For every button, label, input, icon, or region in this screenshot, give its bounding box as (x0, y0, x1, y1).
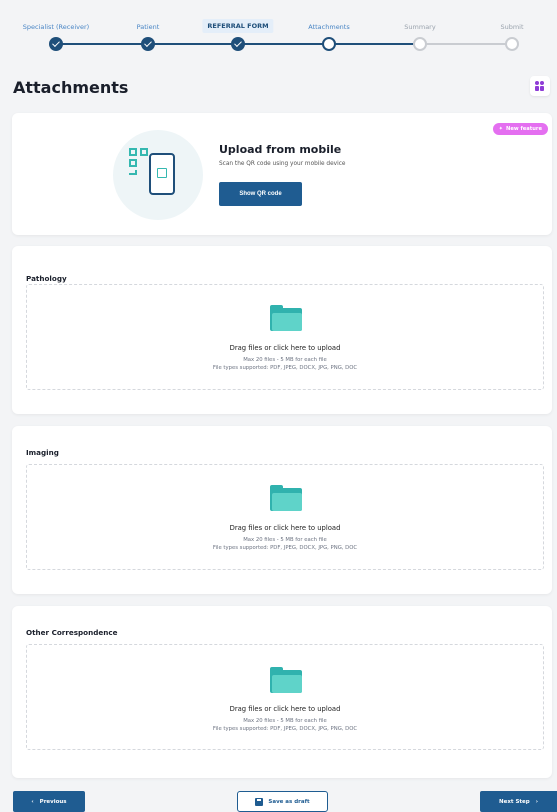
step-label-attachments[interactable]: Attachments (308, 23, 350, 31)
imaging-dropzone[interactable]: Drag files or click here to upload Max 2… (26, 464, 544, 570)
step-label-patient[interactable]: Patient (137, 23, 160, 31)
chevron-right-icon: › (535, 798, 538, 805)
dropzone-text: Drag files or click here to upload (229, 524, 341, 532)
pathology-dropzone[interactable]: Drag files or click here to upload Max 2… (26, 284, 544, 390)
check-icon (234, 38, 242, 47)
sparkle-icon: ✦ (498, 126, 504, 132)
save-icon (255, 797, 264, 806)
help-button[interactable] (530, 76, 550, 96)
mobile-upload-description: Scan the QR code using your mobile devic… (219, 161, 346, 167)
previous-button[interactable]: ‹ Previous (13, 791, 85, 812)
dropzone-limits: Max 20 files - 5 MB for each file (243, 357, 327, 363)
section-title: Other Correspondence (26, 628, 118, 637)
step-dot-summary (413, 37, 427, 51)
other-correspondence-section: Other Correspondence Drag files or click… (12, 606, 552, 778)
next-step-button[interactable]: Next Step › (480, 791, 557, 812)
step-label-referral-form[interactable]: REFERRAL FORM (202, 19, 274, 33)
step-label-specialist[interactable]: Specialist (Receiver) (23, 23, 89, 31)
check-icon (144, 38, 152, 47)
mobile-upload-title: Upload from mobile (219, 143, 342, 156)
step-label-summary: Summary (404, 23, 436, 31)
step-dot-specialist[interactable] (49, 37, 63, 51)
folder-icon (270, 485, 302, 511)
folder-icon (270, 667, 302, 693)
save-as-draft-button[interactable]: Save as draft (237, 791, 328, 812)
phone-icon (149, 153, 175, 195)
step-dot-attachments[interactable] (322, 37, 336, 51)
new-feature-badge: ✦ New feature (492, 123, 548, 135)
show-qr-code-button[interactable]: Show QR code (219, 182, 302, 206)
pathology-section: Pathology Drag files or click here to up… (12, 246, 552, 414)
step-dot-patient[interactable] (141, 37, 155, 51)
other-correspondence-dropzone[interactable]: Drag files or click here to upload Max 2… (26, 644, 544, 750)
folder-icon (270, 305, 302, 331)
mobile-upload-card: ✦ New feature Upload from mobile Scan th… (12, 113, 552, 235)
dropzone-text: Drag files or click here to upload (229, 705, 341, 713)
page-title: Attachments (13, 78, 129, 97)
check-icon (52, 38, 60, 47)
section-title: Pathology (26, 274, 67, 283)
dropzone-text: Drag files or click here to upload (229, 344, 341, 352)
dropzone-limits: Max 20 files - 5 MB for each file (243, 537, 327, 543)
dropzone-types: File types supported: PDF, JPEG, DOCX, J… (212, 545, 358, 551)
step-dot-referral-form[interactable] (231, 37, 245, 51)
section-title: Imaging (26, 448, 59, 457)
stepper-line-pending (420, 43, 513, 45)
step-dot-submit (505, 37, 519, 51)
progress-stepper: Specialist (Receiver) Patient REFERRAL F… (0, 0, 557, 64)
dropzone-limits: Max 20 files - 5 MB for each file (243, 718, 327, 724)
step-label-submit: Submit (500, 23, 524, 31)
people-icon (535, 81, 545, 91)
chevron-left-icon: ‹ (31, 798, 34, 805)
dropzone-types: File types supported: PDF, JPEG, DOCX, J… (212, 365, 358, 371)
imaging-section: Imaging Drag files or click here to uplo… (12, 426, 552, 594)
dropzone-types: File types supported: PDF, JPEG, DOCX, J… (212, 726, 358, 732)
